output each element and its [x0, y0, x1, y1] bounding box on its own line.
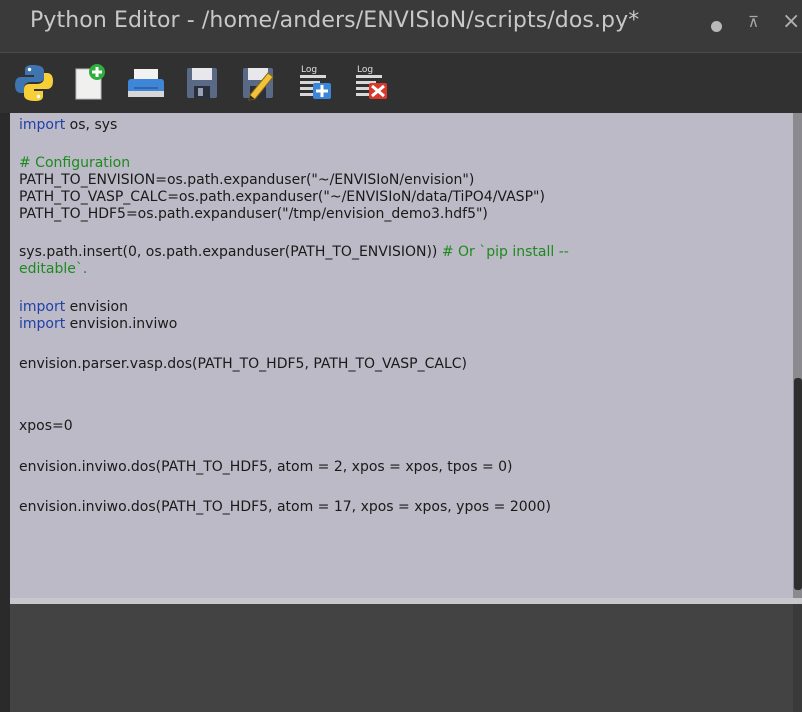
log-clear-button[interactable]: Log: [348, 61, 392, 105]
log-label: Log: [301, 65, 317, 75]
code-text: PATH_TO_VASP_CALC=os.path.expanduser("~/…: [19, 189, 545, 205]
code-text: PATH_TO_HDF5=os.path.expanduser("/tmp/en…: [19, 206, 488, 222]
left-edge: [0, 113, 10, 712]
keyword: import: [19, 117, 66, 133]
code-line: # Configuration: [19, 155, 130, 171]
code-line: PATH_TO_HDF5=os.path.expanduser("/tmp/en…: [19, 206, 488, 222]
log-append-icon: Log: [300, 65, 331, 99]
new-file-icon: [75, 64, 105, 100]
new-file-button[interactable]: [68, 61, 112, 105]
run-script-button[interactable]: [12, 61, 56, 105]
code-line: sys.path.insert(0, os.path.expanduser(PA…: [19, 244, 569, 260]
python-logo-icon: [15, 65, 53, 101]
keyword: import: [19, 299, 66, 315]
save-as-button[interactable]: [236, 61, 280, 105]
code-text: envision.inviwo.dos(PATH_TO_HDF5, atom =…: [19, 459, 513, 475]
code-line: envision.inviwo.dos(PATH_TO_HDF5, atom =…: [19, 459, 513, 475]
code-text: envision.parser.vasp.dos(PATH_TO_HDF5, P…: [19, 356, 468, 372]
open-button[interactable]: [124, 61, 168, 105]
code-text: envision: [65, 299, 128, 315]
code-line: envision.parser.vasp.dos(PATH_TO_HDF5, P…: [19, 356, 467, 372]
comment: # Or `pip install --: [441, 244, 569, 260]
save-as-edit-icon: [243, 68, 274, 101]
code-line: PATH_TO_ENVISION=os.path.expanduser("~/E…: [19, 172, 474, 188]
code-text: PATH_TO_ENVISION=os.path.expanduser("~/E…: [19, 172, 475, 188]
code-text: sys.path.insert(0, os.path.expanduser(PA…: [19, 244, 442, 260]
comment: # Configuration: [19, 155, 131, 171]
code-text: xpos=0: [19, 418, 73, 434]
close-icon[interactable]: ×: [782, 9, 800, 34]
log-label: Log: [357, 65, 373, 75]
code-text: envision.inviwo: [65, 316, 178, 332]
toolbar: Log Log: [0, 53, 802, 113]
save-icon: [187, 68, 217, 98]
code-editor[interactable]: import os, sys # Configuration PATH_TO_E…: [10, 113, 793, 598]
code-line: PATH_TO_VASP_CALC=os.path.expanduser("~/…: [19, 189, 545, 205]
comment: editable`.: [19, 261, 88, 277]
code-line: editable`.: [19, 261, 87, 277]
output-scrollbar[interactable]: [793, 604, 802, 712]
code-text: envision.inviwo.dos(PATH_TO_HDF5, atom =…: [19, 499, 551, 515]
keyword: import: [19, 316, 66, 332]
log-clear-icon: Log: [356, 65, 387, 99]
editor-scrollbar-thumb[interactable]: [794, 378, 802, 590]
code-text: os, sys: [65, 117, 118, 133]
open-folder-icon: [128, 69, 164, 97]
modified-indicator-icon: [711, 21, 722, 32]
code-line: envision.inviwo.dos(PATH_TO_HDF5, atom =…: [19, 499, 551, 515]
code-line: xpos=0: [19, 418, 73, 434]
save-button[interactable]: [180, 61, 224, 105]
pin-icon[interactable]: ⊼: [748, 13, 759, 31]
output-panel[interactable]: [10, 604, 793, 712]
title-bar[interactable]: Python Editor - /home/anders/ENVISIoN/sc…: [0, 0, 802, 53]
code-line: import envision.inviwo: [19, 316, 177, 332]
log-append-button[interactable]: Log: [292, 61, 336, 105]
window-title: Python Editor - /home/anders/ENVISIoN/sc…: [30, 8, 640, 33]
code-line: import envision: [19, 299, 128, 315]
code-line: import os, sys: [19, 117, 117, 133]
